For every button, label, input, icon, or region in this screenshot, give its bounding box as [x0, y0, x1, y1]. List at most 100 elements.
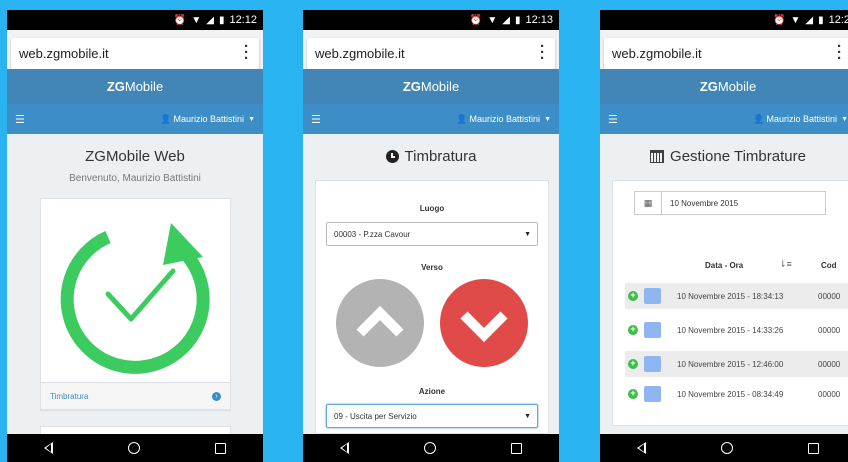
chevron-up-icon	[356, 305, 404, 337]
user-menu[interactable]: 👤 Maurizio Battistini ▼	[160, 114, 255, 125]
phone-screen-gestione: ⏰ ▼ ◢ ▮ 12:2 web.zgmobile.it · · · ZG Mobil…	[600, 10, 848, 462]
url-input[interactable]: web.zgmobile.it · · ·	[307, 38, 555, 69]
timbratura-link[interactable]: Timbratura	[50, 392, 88, 401]
home-icon[interactable]	[423, 442, 436, 454]
wifi-icon: ▼	[790, 14, 801, 26]
select-arrow-icon: ▼	[524, 412, 531, 420]
chevron-down-icon	[460, 311, 508, 343]
table-header: Data - Ora ⇂≡ Cod	[625, 256, 848, 276]
clock-icon	[385, 150, 399, 163]
browser-menu-icon[interactable]: · · ·	[837, 39, 842, 66]
url-input[interactable]: web.zgmobile.it · · ·	[11, 38, 259, 69]
status-bar: ⏰ ▼ ◢ ▮ 12:12	[7, 10, 263, 30]
recent-apps-icon[interactable]	[214, 442, 226, 454]
azione-label: Azione	[418, 387, 446, 396]
browser-menu-icon[interactable]: · · ·	[540, 39, 545, 66]
sort-icon[interactable]: ⇂≡	[779, 259, 792, 270]
user-name: Maurizio Battistini	[469, 114, 541, 124]
recent-apps-icon[interactable]	[807, 442, 819, 454]
alarm-icon: ⏰	[773, 14, 786, 26]
table-row[interactable]: + 10 Novembre 2015 - 14:33:26 00000	[625, 317, 848, 343]
status-time: 12:13	[525, 14, 553, 26]
uscita-button[interactable]	[440, 279, 528, 367]
user-menu[interactable]: 👤 Maurizio Battistini ▼	[753, 114, 848, 125]
phone-screen-timbratura: ⏰ ▼ ◢ ▮ 12:13 web.zgmobile.it · · · ZG Mobi…	[303, 10, 559, 462]
battery-icon: ▮	[218, 14, 225, 26]
url-input[interactable]: web.zgmobile.it · · ·	[604, 38, 848, 69]
user-menu[interactable]: 👤 Maurizio Battistini ▼	[456, 114, 551, 125]
calendar-icon	[650, 150, 665, 163]
azione-select[interactable]: 09 - Uscita per Servizio ▼	[326, 404, 538, 428]
app-navbar: ☰ 👤 Maurizio Battistini ▼	[7, 104, 263, 134]
wifi-icon: ▼	[191, 14, 202, 26]
brand-rest: Mobile	[717, 79, 757, 94]
welcome-text: Benvenuto, Maurizio Battistini	[69, 173, 201, 184]
clock-check-icon	[60, 223, 210, 374]
timbratura-form: Luogo 00003 - P.zza Cavour ▼ Verso Azion…	[315, 180, 549, 434]
arrow-right-circle-icon[interactable]: ›	[212, 391, 221, 401]
home-icon[interactable]	[720, 442, 733, 454]
row-code: 00000	[818, 291, 841, 301]
brand-rest: Mobile	[420, 79, 460, 94]
back-icon[interactable]	[637, 442, 647, 454]
recent-apps-icon[interactable]	[510, 442, 522, 454]
row-code: 00000	[818, 389, 841, 399]
timbratura-card[interactable]	[40, 198, 231, 411]
brand-bold: ZG	[699, 79, 718, 94]
table-row[interactable]: + 10 Novembre 2015 - 12:46:00 00000	[625, 351, 848, 377]
brand-bold: ZG	[106, 79, 125, 94]
signal-icon: ◢	[206, 14, 214, 26]
app-brand-bar: ZG Mobile	[7, 69, 263, 104]
browser-menu-icon[interactable]: · · ·	[244, 39, 249, 66]
luogo-value: 00003 - P.zza Cavour	[334, 229, 411, 239]
back-icon[interactable]	[44, 442, 54, 454]
table-row[interactable]: + 10 Novembre 2015 - 08:34:49 00000	[625, 381, 848, 407]
user-icon: 👤	[456, 113, 468, 124]
hamburger-icon[interactable]: ☰	[608, 113, 618, 126]
user-icon: 👤	[753, 113, 765, 124]
row-code: 00000	[818, 325, 841, 335]
back-icon[interactable]	[340, 442, 350, 454]
row-datetime: 10 Novembre 2015 - 18:34:13	[677, 291, 784, 301]
expand-plus-icon[interactable]: +	[628, 359, 638, 369]
url-text: web.zgmobile.it	[315, 46, 405, 61]
page-title: Timbratura	[303, 148, 559, 165]
phone-screen-home: ⏰ ▼ ◢ ▮ 12:12 web.zgmobile.it · · · ZG Mobi…	[7, 10, 263, 462]
entrata-button[interactable]	[336, 279, 424, 367]
user-name: Maurizio Battistini	[173, 114, 245, 124]
select-arrow-icon: ▼	[524, 230, 531, 238]
col-code[interactable]: Cod	[821, 261, 837, 270]
alarm-icon: ⏰	[469, 14, 483, 26]
verso-label: Verso	[421, 263, 443, 272]
user-name: Maurizio Battistini	[766, 114, 838, 124]
timbratura-card-footer[interactable]: Timbratura ›	[40, 382, 231, 410]
url-text: web.zgmobile.it	[19, 46, 109, 61]
date-input[interactable]: ▦ 10 Novembre 2015	[634, 191, 826, 215]
luogo-select[interactable]: 00003 - P.zza Cavour ▼	[326, 222, 538, 246]
expand-plus-icon[interactable]: +	[628, 291, 638, 301]
android-nav-bar	[7, 434, 263, 462]
app-brand-bar: ZG Mobile	[303, 69, 559, 104]
row-datetime: 10 Novembre 2015 - 14:33:26	[677, 325, 784, 335]
caret-down-icon: ▼	[248, 115, 255, 123]
battery-icon: ▮	[818, 14, 824, 26]
app-navbar: ☰ 👤 Maurizio Battistini ▼	[600, 104, 848, 134]
hamburger-icon[interactable]: ☰	[15, 113, 25, 126]
status-time: 12:2	[828, 14, 848, 26]
caret-down-icon: ▼	[544, 115, 551, 123]
url-text: web.zgmobile.it	[612, 46, 702, 61]
alarm-icon: ⏰	[173, 14, 187, 26]
wifi-icon: ▼	[487, 14, 498, 26]
status-bar: ⏰ ▼ ◢ ▮ 12:13	[303, 10, 559, 30]
app-brand-bar: ZG Mobile	[600, 69, 848, 104]
calendar-icon[interactable]: ▦	[635, 192, 662, 214]
expand-plus-icon[interactable]: +	[628, 389, 638, 399]
hamburger-icon[interactable]: ☰	[311, 113, 321, 126]
col-date[interactable]: Data - Ora	[705, 261, 743, 270]
caret-down-icon: ▼	[841, 115, 848, 123]
brand-bold: ZG	[402, 79, 421, 94]
user-icon: 👤	[160, 113, 172, 124]
expand-plus-icon[interactable]: +	[628, 325, 638, 335]
table-row[interactable]: + 10 Novembre 2015 - 18:34:13 00000	[625, 283, 848, 309]
home-icon[interactable]	[127, 442, 140, 454]
